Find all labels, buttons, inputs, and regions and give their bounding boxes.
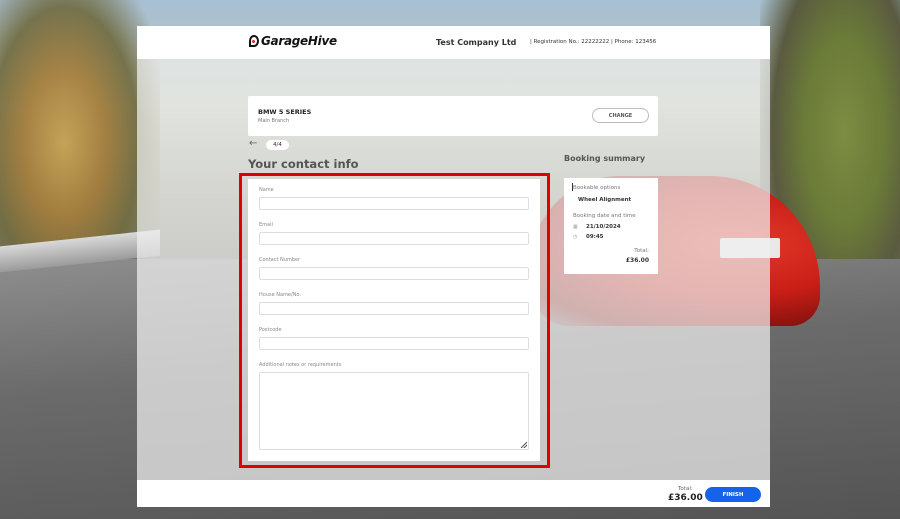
company-name: Test Company Ltd [436,38,517,47]
calendar-icon: ▦ [573,224,578,230]
booking-date: 21/10/2024 [586,224,621,230]
footer-total: £36.00 [668,493,703,503]
registration-info: | Registration No.: 22222222 | Phone: 12… [530,39,657,45]
finish-button[interactable]: FINISH [705,487,761,502]
footer: Total: £36.00 FINISH [137,480,770,507]
booking-summary-title: Booking summary [564,154,646,163]
service-name: Wheel Alignment [578,197,632,203]
summary-total: £36.00 [625,257,649,264]
highlight-annotation [239,173,550,468]
vehicle-branch: Main Branch [258,118,290,124]
garagehive-logo[interactable]: GarageHive [249,34,337,48]
back-arrow-icon[interactable]: ← [249,138,257,149]
bookable-options-label: Bookable options [573,185,621,191]
clock-icon: ◷ [573,234,578,240]
booking-date-label: Booking date and time [573,213,636,219]
logo-text: GarageHive [261,34,337,48]
booking-app: GarageHive Test Company Ltd | Registrati… [137,26,770,507]
page-title: Your contact info [248,157,359,171]
step-indicator: 4/4 [266,140,289,150]
logo-icon [249,35,259,47]
vehicle-card: BMW 5 SERIES Main Branch CHANGE [248,96,658,136]
summary-total-label: Total: [634,248,649,254]
header: GarageHive Test Company Ltd | Registrati… [137,26,770,59]
change-button[interactable]: CHANGE [592,108,649,123]
booking-time: 09:45 [586,234,604,240]
booking-summary-card: Bookable options Wheel Alignment Booking… [564,178,658,274]
footer-total-label: Total: [678,486,693,492]
vehicle-title: BMW 5 SERIES [258,108,312,116]
